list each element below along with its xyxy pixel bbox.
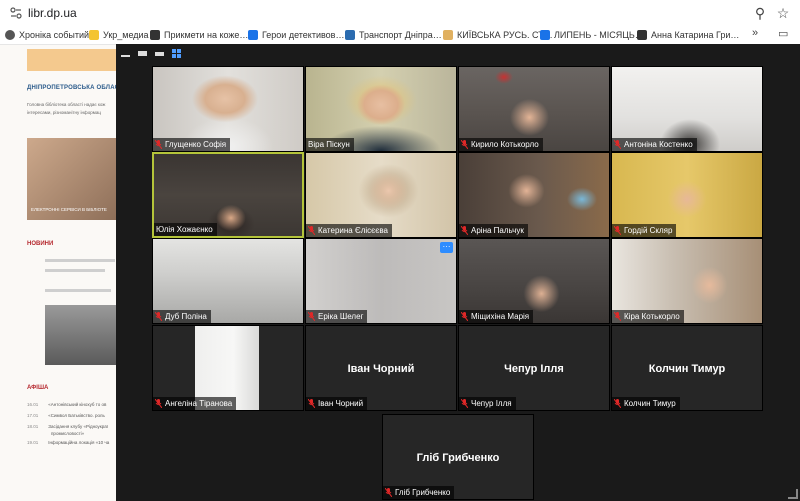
site-settings-icon[interactable] bbox=[10, 7, 22, 19]
url-text[interactable]: libr.dp.ua bbox=[28, 6, 77, 20]
participant-label: Гліб Грибченко bbox=[383, 486, 455, 499]
bookmark-item[interactable]: Транспорт Дніпра… bbox=[345, 27, 442, 43]
zoom-meeting-window: Глущенко Софія Віра Піскун Кирило Котько… bbox=[116, 44, 800, 501]
bookmark-favicon bbox=[89, 30, 99, 40]
video-tile[interactable]: Кирило Котькорло bbox=[458, 66, 610, 152]
video-tile[interactable]: Віра Піскун bbox=[305, 66, 457, 152]
page-title: ДНІПРОПЕТРОВСЬКА ОБЛАСНА bbox=[27, 85, 129, 91]
globe-icon bbox=[5, 30, 15, 40]
bookmark-item[interactable]: Анна Катарина Гри… bbox=[637, 27, 739, 43]
bookmark-item[interactable]: Укр_медиа bbox=[89, 27, 149, 43]
video-tile[interactable]: Антоніна Костенко bbox=[611, 66, 763, 152]
participant-label: Міщихіна Марія bbox=[459, 310, 534, 323]
participant-label: Кирило Котькорло bbox=[459, 138, 543, 151]
muted-mic-icon bbox=[461, 226, 468, 235]
participant-label: Віра Піскун bbox=[306, 138, 354, 151]
bookmarks-bar: Хроніка событий Укр_медиа Прикмети на ко… bbox=[0, 26, 800, 45]
bookmark-favicon bbox=[443, 30, 453, 40]
participant-display-name: Іван Чорний bbox=[347, 363, 415, 375]
muted-mic-icon bbox=[155, 312, 162, 321]
bookmark-favicon bbox=[248, 30, 258, 40]
video-tile[interactable]: Катерина Єлісєєва bbox=[305, 152, 457, 238]
page-banner bbox=[27, 49, 119, 71]
video-tile[interactable]: Міщихіна Марія bbox=[458, 238, 610, 324]
bookmark-favicon bbox=[345, 30, 355, 40]
window-resize-handle[interactable] bbox=[788, 489, 798, 499]
speaker-view-icon[interactable] bbox=[138, 50, 147, 57]
muted-mic-icon bbox=[461, 399, 468, 408]
participant-label: Глущенко Софія bbox=[153, 138, 231, 151]
bookmark-item[interactable]: Хроніка событий bbox=[5, 27, 89, 43]
bookmark-item[interactable]: КИЇВСЬКА РУСЬ. СТ… bbox=[443, 27, 553, 43]
muted-mic-icon bbox=[461, 312, 468, 321]
muted-mic-icon bbox=[614, 140, 621, 149]
participant-label: Аріна Пальчук bbox=[459, 224, 528, 237]
event-item-continuation: промисловості» bbox=[51, 431, 85, 436]
news-line bbox=[45, 289, 111, 292]
participant-display-name: Чепур Ілля bbox=[504, 363, 564, 375]
muted-mic-icon bbox=[614, 399, 621, 408]
video-tile[interactable]: ··· Еріка Шелег bbox=[305, 238, 457, 324]
page-intro: Головна бібліотека області надає кож інт… bbox=[27, 102, 106, 115]
video-tile-camera-off[interactable]: Іван Чорний Іван Чорний bbox=[305, 325, 457, 411]
participant-label: Еріка Шелег bbox=[306, 310, 368, 323]
participant-label: Гордій Скляр bbox=[612, 224, 677, 237]
minimize-icon[interactable] bbox=[121, 50, 130, 57]
participant-label: Дуб Поліна bbox=[153, 310, 211, 323]
news-line bbox=[45, 269, 105, 272]
video-tile[interactable]: Ангеліна Тіранова bbox=[152, 325, 304, 411]
gallery-view-icon[interactable] bbox=[172, 49, 182, 59]
muted-mic-icon bbox=[385, 488, 392, 497]
video-tile-camera-off[interactable]: Гліб Грибченко Гліб Грибченко bbox=[382, 414, 534, 500]
event-item[interactable]: 16.01 «Антонівський кінохуб то ов bbox=[27, 402, 106, 407]
video-tile[interactable]: Аріна Пальчук bbox=[458, 152, 610, 238]
muted-mic-icon bbox=[614, 312, 621, 321]
more-options-button[interactable]: ··· bbox=[440, 242, 453, 253]
bookmarks-overflow-button[interactable]: » bbox=[752, 27, 758, 39]
zoom-magnifier-icon[interactable]: ⚲ bbox=[752, 4, 768, 22]
muted-mic-icon bbox=[308, 399, 315, 408]
participant-label: Колчин Тимур bbox=[612, 397, 680, 410]
participant-label: Іван Чорний bbox=[306, 397, 368, 410]
news-heading: НОВИНИ bbox=[27, 241, 54, 247]
news-photo[interactable] bbox=[45, 305, 117, 365]
muted-mic-icon bbox=[155, 140, 162, 149]
participant-label: Катерина Єлісєєва bbox=[306, 224, 392, 237]
participant-label: Юлія Хожаєнко bbox=[154, 223, 217, 236]
bookmark-favicon bbox=[540, 30, 550, 40]
folder-icon[interactable]: ▭ bbox=[778, 27, 788, 40]
muted-mic-icon bbox=[308, 226, 315, 235]
participant-label: Ангеліна Тіранова bbox=[153, 397, 237, 410]
services-caption: ЕЛЕКТРОННІ СЕРВІСИ В БІБЛІОТЕ bbox=[31, 207, 107, 212]
video-tile[interactable]: Гордій Скляр bbox=[611, 152, 763, 238]
participant-label: Чепур Ілля bbox=[459, 397, 516, 410]
participant-label: Кіра Котькорло bbox=[612, 310, 684, 323]
muted-mic-icon bbox=[308, 312, 315, 321]
bookmark-favicon bbox=[150, 30, 160, 40]
browser-address-bar: libr.dp.ua ⚲ ☆ bbox=[0, 0, 800, 26]
video-tile[interactable]: Кіра Котькорло bbox=[611, 238, 763, 324]
bookmark-item[interactable]: Герои детективов… bbox=[248, 27, 344, 43]
muted-mic-icon bbox=[155, 399, 162, 408]
afisha-heading: АФІША bbox=[27, 385, 49, 391]
bookmark-star-icon[interactable]: ☆ bbox=[775, 4, 791, 22]
participant-label: Антоніна Костенко bbox=[612, 138, 697, 151]
event-item[interactable]: 19.01 Інформаційна локація «10 ча bbox=[27, 440, 109, 445]
bookmark-favicon bbox=[637, 30, 647, 40]
video-tile[interactable]: Глущенко Софія bbox=[152, 66, 304, 152]
muted-mic-icon bbox=[461, 140, 468, 149]
event-item[interactable]: 17.01 «Символ Батьківство. роль bbox=[27, 413, 105, 418]
video-tile-active-speaker[interactable]: Юлія Хожаєнко bbox=[152, 152, 304, 238]
participant-display-name: Гліб Грибченко bbox=[416, 452, 500, 464]
bookmark-item[interactable]: Прикмети на коже… bbox=[150, 27, 248, 43]
news-line bbox=[45, 259, 115, 262]
strip-view-icon[interactable] bbox=[155, 50, 164, 57]
muted-mic-icon bbox=[614, 226, 621, 235]
event-item[interactable]: 18.01 Засідання клубу «Рідноукраї bbox=[27, 424, 108, 429]
bookmark-item[interactable]: ЛИПЕНЬ - МІСЯЦЬ… bbox=[540, 27, 644, 43]
video-tile-camera-off[interactable]: Чепур Ілля Чепур Ілля bbox=[458, 325, 610, 411]
participant-display-name: Колчин Тимур bbox=[648, 363, 726, 375]
video-tile[interactable]: Дуб Поліна bbox=[152, 238, 304, 324]
video-tile-camera-off[interactable]: Колчин Тимур Колчин Тимур bbox=[611, 325, 763, 411]
